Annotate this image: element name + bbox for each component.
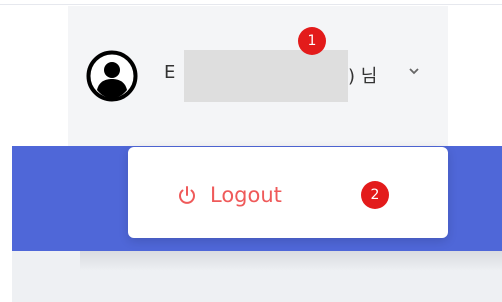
top-divider bbox=[0, 4, 502, 5]
chevron-down-icon[interactable] bbox=[408, 66, 420, 76]
user-name-prefix: E bbox=[164, 62, 176, 83]
user-name-suffix: ) 님 bbox=[348, 66, 378, 87]
user-menu-toggle[interactable]: E ) 님 bbox=[86, 48, 419, 104]
dropdown-shadow bbox=[80, 251, 502, 271]
power-icon bbox=[179, 186, 195, 204]
user-avatar-icon bbox=[86, 50, 138, 102]
annotation-badge-1: 1 bbox=[298, 27, 326, 55]
annotation-badge-2: 2 bbox=[361, 181, 389, 209]
redacted-user-name bbox=[184, 50, 348, 102]
logout-label: Logout bbox=[210, 183, 282, 207]
user-dropdown-menu: Logout bbox=[128, 147, 448, 238]
logout-button[interactable]: Logout bbox=[176, 177, 282, 213]
